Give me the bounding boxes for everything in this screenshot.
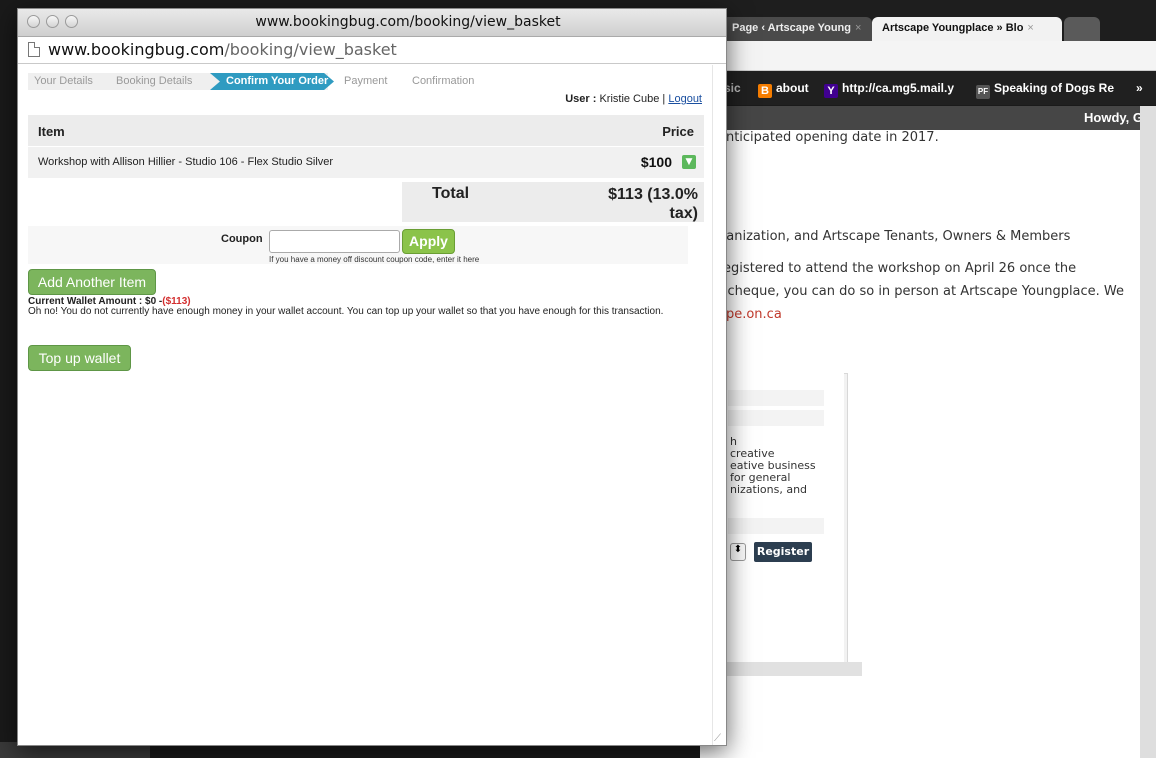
pf-icon: PF xyxy=(976,85,990,99)
logout-link[interactable]: Logout xyxy=(668,93,702,105)
scrollbar[interactable] xyxy=(712,65,726,745)
table-row: Workshop with Allison Hillier - Studio 1… xyxy=(28,147,704,178)
step-payment: Payment xyxy=(344,75,388,87)
apply-coupon-button[interactable]: Apply xyxy=(402,229,455,254)
quantity-select[interactable]: ⬍ xyxy=(730,543,746,561)
yahoo-icon: Y xyxy=(824,84,838,98)
bookmark-label: Speaking of Dogs Re xyxy=(994,81,1115,95)
minimize-window-button[interactable] xyxy=(46,15,59,28)
background-tab-page[interactable]: Page ‹ Artscape Young × xyxy=(722,17,872,41)
coupon-label: Coupon xyxy=(221,233,263,245)
address-bar[interactable]: www.bookingbug.com/booking/view_basket xyxy=(18,37,726,64)
coupon-hint: If you have a money off discount coupon … xyxy=(269,255,480,264)
window-title: www.bookingbug.com/booking/view_basket xyxy=(255,14,561,30)
user-info: User : Kristie Cube | Logout xyxy=(565,93,702,105)
tab-label: Artscape Youngplace » Blo xyxy=(882,22,1024,34)
widget-field xyxy=(728,410,824,426)
basket-page: Your Details Booking Details Confirm You… xyxy=(18,65,712,745)
widget-field xyxy=(728,390,824,406)
page-text-line: registered to attend the workshop on Apr… xyxy=(718,261,1077,276)
admin-bar: Howdy, Ging xyxy=(700,106,1156,130)
wallet-info: Current Wallet Amount : $0 -($113) Oh no… xyxy=(28,297,688,317)
item-price: $100 xyxy=(640,154,672,170)
widget-field xyxy=(728,518,824,534)
blogger-icon: B xyxy=(758,84,772,98)
bookmark-yahoo[interactable]: Yhttp://ca.mg5.mail.y xyxy=(824,81,954,98)
page-link[interactable]: ape.on.ca xyxy=(718,307,782,322)
total-label: Total xyxy=(432,185,470,202)
bookmark-speaking-of-dogs[interactable]: PF Speaking of Dogs Re xyxy=(976,81,1114,99)
user-name: Kristie Cube xyxy=(599,93,660,105)
bookmark-about[interactable]: Babout xyxy=(758,81,809,98)
top-up-wallet-button[interactable]: Top up wallet xyxy=(28,345,131,371)
user-label: User : xyxy=(565,93,597,105)
page-text-line: anticipated opening date in 2017. xyxy=(718,130,939,145)
page-text-line: ganization, and Artscape Tenants, Owners… xyxy=(718,229,1071,244)
bookmarks-bar: sic Babout Yhttp://ca.mg5.mail.y PF Speak… xyxy=(700,71,1156,105)
new-tab-button[interactable] xyxy=(1064,17,1100,41)
step-booking-details[interactable]: Booking Details xyxy=(116,73,192,90)
zoom-window-button[interactable] xyxy=(65,15,78,28)
step-confirm-order: Confirm Your Order xyxy=(210,73,334,90)
url-domain: www.bookingbug.com xyxy=(48,40,225,59)
total-box: Total $113 (13.0% tax) xyxy=(402,182,704,222)
chevron-down-icon[interactable]: ▼ xyxy=(682,155,696,169)
item-name: Workshop with Allison Hillier - Studio 1… xyxy=(38,156,334,168)
column-header-price: Price xyxy=(662,124,694,139)
coupon-row: Coupon Apply If you have a money off dis… xyxy=(28,226,688,264)
popup-window: www.bookingbug.com/booking/view_basket w… xyxy=(17,8,727,746)
widget-text: nizations, and xyxy=(730,483,808,496)
total-value: $113 (13.0% tax) xyxy=(608,186,698,222)
background-tab-artscape[interactable]: Artscape Youngplace » Blo × xyxy=(872,17,1062,41)
url-path: /booking/view_basket xyxy=(224,40,397,59)
column-header-item: Item xyxy=(38,124,65,139)
wallet-message: Oh no! You do not currently have enough … xyxy=(28,306,664,317)
tab-label: Page ‹ Artscape Young xyxy=(732,22,851,34)
page-icon xyxy=(28,42,40,57)
url-text[interactable]: www.bookingbug.com/booking/view_basket xyxy=(48,40,397,59)
checkout-steps: Your Details Booking Details Confirm You… xyxy=(28,73,498,90)
bookmark-label: http://ca.mg5.mail.y xyxy=(842,81,955,95)
separator: | xyxy=(662,93,666,105)
bookmarks-overflow-icon[interactable]: » xyxy=(1136,81,1143,95)
bookmark-label: about xyxy=(776,81,809,95)
step-your-details[interactable]: Your Details xyxy=(34,73,93,90)
register-button[interactable]: Register xyxy=(754,542,812,562)
close-window-button[interactable] xyxy=(27,15,40,28)
window-titlebar[interactable]: www.bookingbug.com/booking/view_basket xyxy=(18,9,726,37)
basket-header-row: Item Price xyxy=(28,115,704,146)
step-confirmation: Confirmation xyxy=(412,75,475,87)
widget-footer xyxy=(718,662,862,676)
tab-close-icon[interactable]: × xyxy=(855,22,861,34)
tab-close-icon[interactable]: × xyxy=(1027,22,1033,34)
coupon-input[interactable] xyxy=(269,230,400,253)
desktop: Page ‹ Artscape Young × Artscape Youngpla… xyxy=(0,0,1156,758)
page-text-line: r cheque, you can do so in person at Art… xyxy=(718,284,1125,299)
resize-grip-icon[interactable]: ⟋ xyxy=(714,733,724,744)
background-page-edge xyxy=(1140,106,1156,758)
background-address-area xyxy=(700,41,1156,71)
add-another-item-button[interactable]: Add Another Item xyxy=(28,269,156,295)
